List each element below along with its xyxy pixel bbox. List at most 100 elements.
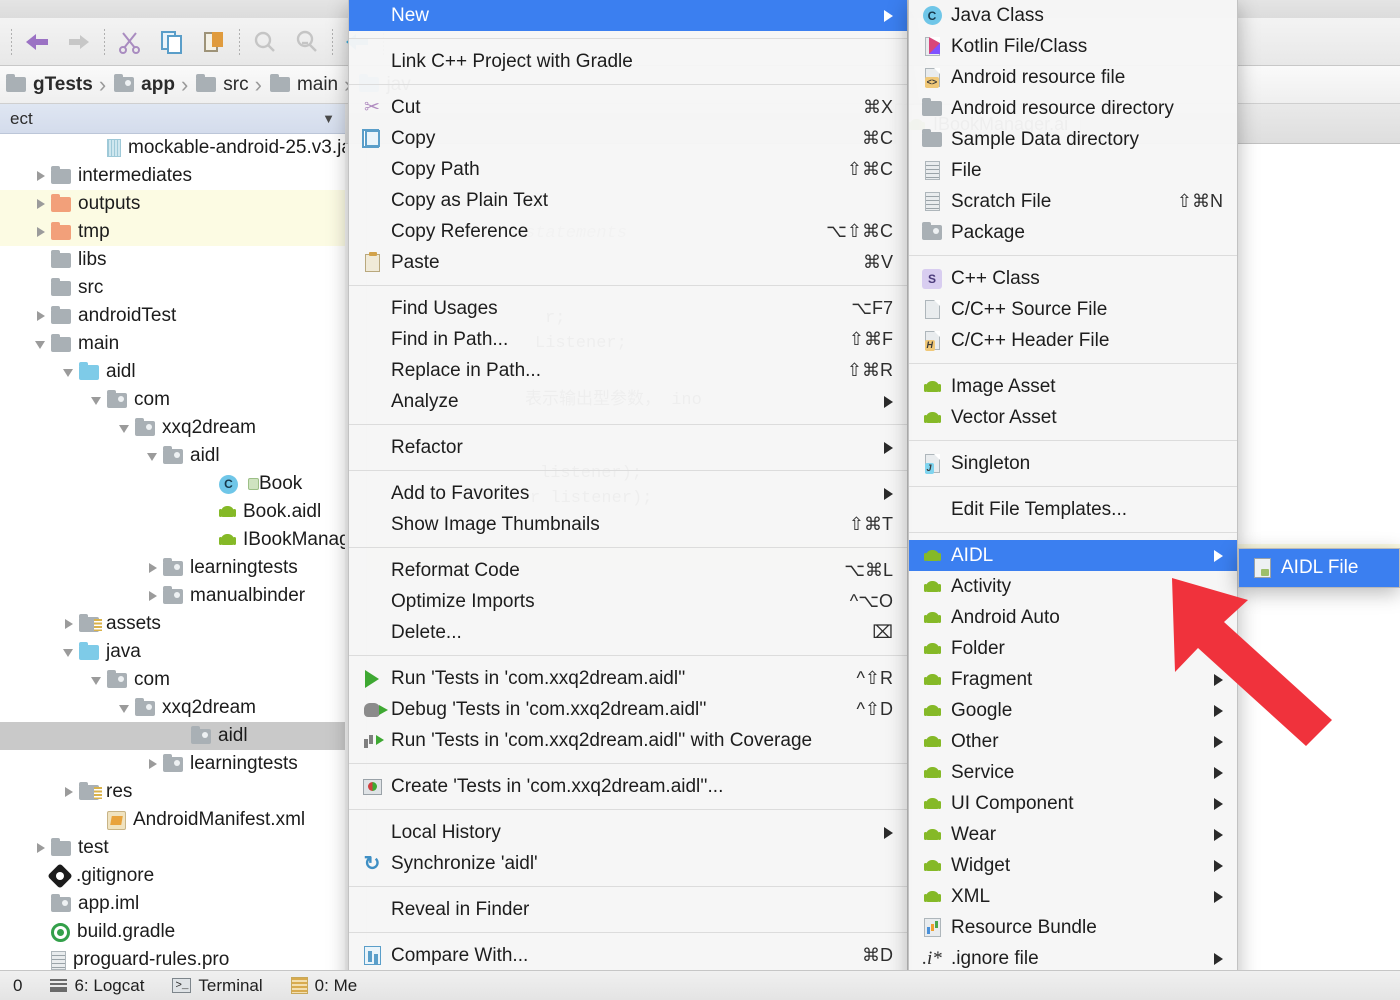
menu-item-compare-with[interactable]: Compare With... ⌘D [349,940,907,971]
menu-item-sample-data-directory[interactable]: Sample Data directory [909,124,1237,155]
tree-row[interactable]: test [0,834,345,862]
menu-item-run-tests-in-com-xxq2dream-aidl-with-coverage[interactable]: Run 'Tests in 'com.xxq2dream.aidl'' with… [349,725,907,756]
menu-item-file[interactable]: File [909,155,1237,186]
chevron-right-icon[interactable] [146,561,160,575]
search-icon[interactable] [245,25,285,59]
menu-item-service[interactable]: Service [909,757,1237,788]
tree-row[interactable]: app.iml [0,890,345,918]
menu-item-package[interactable]: Package [909,217,1237,248]
menu-item-analyze[interactable]: Analyze [349,386,907,417]
tree-row[interactable]: java [0,638,345,666]
tree-row[interactable]: mockable-android-25.v3.jar [0,134,345,162]
menu-item-folder[interactable]: Folder [909,633,1237,664]
menu-item-copy[interactable]: Copy ⌘C [349,123,907,154]
tree-row[interactable]: aidl [0,358,345,386]
menu-item-java-class[interactable]: C Java Class [909,0,1237,31]
menu-item-local-history[interactable]: Local History [349,817,907,848]
menu-item-ui-component[interactable]: UI Component [909,788,1237,819]
menu-item-optimize-imports[interactable]: Optimize Imports ^⌥O [349,586,907,617]
menu-item-show-image-thumbnails[interactable]: Show Image Thumbnails ⇧⌘T [349,509,907,540]
menu-item-link-c-project-with-gradle[interactable]: Link C++ Project with Gradle [349,46,907,77]
breadcrumb-item-app[interactable]: app [108,66,179,103]
chevron-right-icon[interactable] [34,169,48,183]
chevron-down-icon[interactable] [118,421,132,435]
project-tree[interactable]: mockable-android-25.v3.jar intermediates o… [0,134,345,970]
new-submenu[interactable]: C Java Class Kotlin File/Class <> Android re… [908,0,1238,1000]
tree-row[interactable]: aidl [0,442,345,470]
paste-icon[interactable] [194,25,234,59]
breadcrumb-item-src[interactable]: src [190,66,252,103]
find-usages-icon[interactable] [287,25,327,59]
menu-item-other[interactable]: Other [909,726,1237,757]
breadcrumb-item-gtests[interactable]: gTests [0,66,97,103]
menu-item-widget[interactable]: Widget [909,850,1237,881]
menu-item-copy-path[interactable]: Copy Path ⇧⌘C [349,154,907,185]
menu-item-run-tests-in-com-xxq2dream-aidl[interactable]: Run 'Tests in 'com.xxq2dream.aidl'' ^⇧R [349,663,907,694]
menu-item-replace-in-path[interactable]: Replace in Path... ⇧⌘R [349,355,907,386]
tree-row[interactable]: res [0,778,345,806]
tree-row[interactable]: learningtests [0,750,345,778]
breadcrumb-item-main[interactable]: main [264,66,342,103]
menu-item-google[interactable]: Google [909,695,1237,726]
chevron-down-icon[interactable] [90,393,104,407]
chevron-right-icon[interactable] [34,197,48,211]
chevron-down-icon[interactable] [62,365,76,379]
menu-item-scratch-file[interactable]: Scratch File ⇧⌘N [909,186,1237,217]
menu-item-activity[interactable]: Activity [909,571,1237,602]
menu-item-xml[interactable]: XML [909,881,1237,912]
menu-item-resource-bundle[interactable]: Resource Bundle [909,912,1237,943]
chevron-down-icon[interactable] [146,449,160,463]
tree-row[interactable]: IBookManager. [0,526,345,554]
tree-row[interactable]: manualbinder [0,582,345,610]
chevron-right-icon[interactable] [146,589,160,603]
menu-item-aidl-file[interactable]: AIDL File [1239,549,1399,587]
tree-row[interactable]: AndroidManifest.xml [0,806,345,834]
menu-item-create-tests-in-com-xxq2dream-aidl[interactable]: Create 'Tests in 'com.xxq2dream.aidl''..… [349,771,907,802]
tree-row[interactable]: assets [0,610,345,638]
tree-row[interactable]: proguard-rules.pro [0,946,345,970]
menu-item-delete[interactable]: Delete... ⌧ [349,617,907,648]
menu-item-edit-file-templates[interactable]: Edit File Templates... [909,494,1237,525]
menu-item-find-in-path[interactable]: Find in Path... ⇧⌘F [349,324,907,355]
project-panel-header[interactable]: ect ▼ [0,104,345,134]
tree-row[interactable]: aidl [0,722,345,750]
menu-item-reformat-code[interactable]: Reformat Code ⌥⌘L [349,555,907,586]
status-bar-item-memory[interactable]: 0: Me [282,976,367,996]
chevron-right-icon[interactable] [34,225,48,239]
menu-item-paste[interactable]: Paste ⌘V [349,247,907,278]
chevron-right-icon[interactable] [34,309,48,323]
chevron-down-icon[interactable] [118,701,132,715]
menu-item-android-resource-file[interactable]: <> Android resource file [909,62,1237,93]
tree-row[interactable]: xxq2dream [0,694,345,722]
menu-item-new[interactable]: New [349,0,907,31]
menu-item-vector-asset[interactable]: Vector Asset [909,402,1237,433]
menu-item-c-class[interactable]: S C++ Class [909,263,1237,294]
copy-icon[interactable] [152,25,192,59]
tree-row[interactable]: main [0,330,345,358]
chevron-right-icon[interactable] [62,785,76,799]
tree-row[interactable]: tmp [0,218,345,246]
chevron-right-icon[interactable] [62,617,76,631]
tree-row[interactable]: outputs [0,190,345,218]
tree-row[interactable]: com [0,386,345,414]
menu-item-copy-reference[interactable]: Copy Reference ⌥⇧⌘C [349,216,907,247]
tree-row[interactable]: Book.aidl [0,498,345,526]
menu-item-add-to-favorites[interactable]: Add to Favorites [349,478,907,509]
cut-icon[interactable] [110,25,150,59]
menu-item-android-resource-directory[interactable]: Android resource directory [909,93,1237,124]
menu-item-wear[interactable]: Wear [909,819,1237,850]
tree-row[interactable]: com [0,666,345,694]
menu-item-refactor[interactable]: Refactor [349,432,907,463]
menu-item-copy-as-plain-text[interactable]: Copy as Plain Text [349,185,907,216]
status-bar-item-0[interactable]: 0 [4,976,31,996]
tree-row[interactable]: C Book [0,470,345,498]
forward-arrow-icon[interactable] [59,25,99,59]
status-bar-item-logcat[interactable]: 6: Logcat [41,976,153,996]
menu-item-c-c-header-file[interactable]: H C/C++ Header File [909,325,1237,356]
chevron-right-icon[interactable] [34,841,48,855]
menu-item-singleton[interactable]: J Singleton [909,448,1237,479]
menu-item-debug-tests-in-com-xxq2dream-aidl[interactable]: Debug 'Tests in 'com.xxq2dream.aidl'' ^⇧D [349,694,907,725]
chevron-down-icon[interactable] [90,673,104,687]
menu-item-synchronize-aidl[interactable]: ↻ Synchronize 'aidl' [349,848,907,879]
menu-item-kotlin-file-class[interactable]: Kotlin File/Class [909,31,1237,62]
